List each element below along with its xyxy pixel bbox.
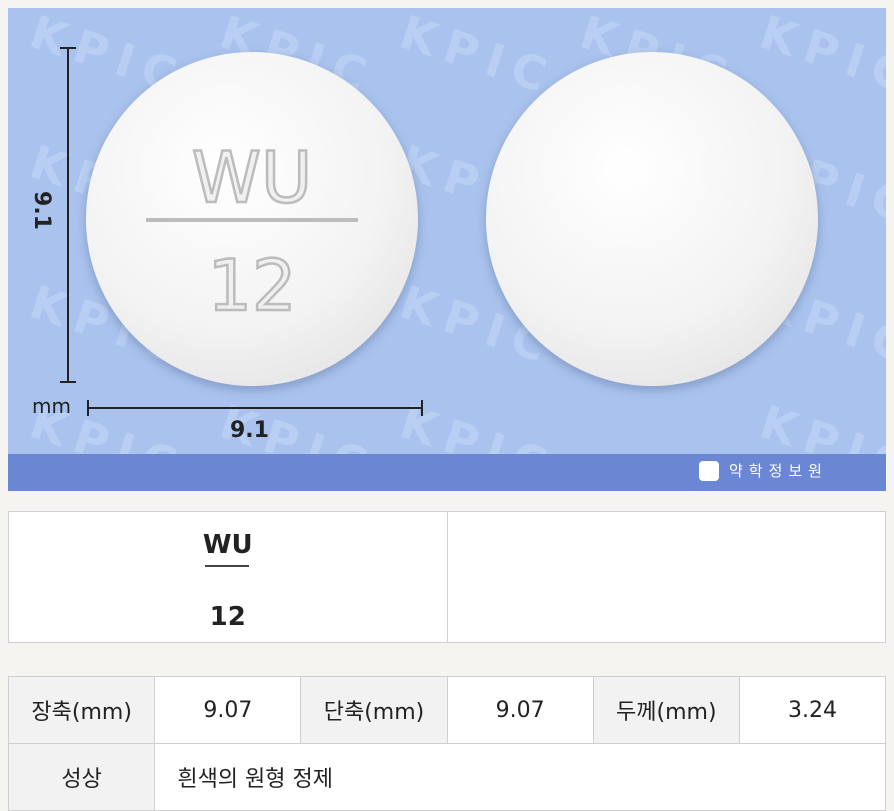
size-vertical-label: 9.1 <box>28 191 54 230</box>
unit-label: mm <box>32 394 71 418</box>
marking-front-bottom: 12 <box>209 602 246 632</box>
marking-back <box>446 512 886 642</box>
split-line <box>205 565 249 567</box>
marking-front-top: WU <box>202 530 253 560</box>
imprint-bottom: 12 <box>207 245 296 327</box>
appearance-value: 흰색의 원형 정제 <box>154 743 886 811</box>
short-axis-label: 단축(mm) <box>300 676 448 744</box>
thickness-label: 두께(mm) <box>592 676 740 744</box>
marking-table: WU 12 <box>8 511 886 643</box>
long-axis-label: 장축(mm) <box>7 676 156 744</box>
pill-imprint: WU 12 <box>146 136 358 328</box>
pill-photo: KPIC KPIC KPIC KPIC KPIC KPIC KPIC KPIC … <box>8 8 886 491</box>
table-row: 장축(mm) 9.07 단축(mm) 9.07 두께(mm) 3.24 <box>7 676 887 744</box>
long-axis-value: 9.07 <box>154 676 302 744</box>
appearance-label: 성상 <box>7 743 156 811</box>
table-row: 성상 흰색의 원형 정제 <box>7 743 886 811</box>
imprint-top: WU <box>192 137 312 219</box>
short-axis-value: 9.07 <box>446 676 594 744</box>
spec-table: 장축(mm) 9.07 단축(mm) 9.07 두께(mm) 3.24 성상 흰… <box>7 676 887 811</box>
size-horizontal-label: 9.1 <box>230 418 269 443</box>
thickness-value: 3.24 <box>738 676 887 744</box>
marking-front: WU 12 <box>9 512 447 642</box>
pill-back <box>486 52 818 386</box>
pill-front: WU 12 <box>86 52 418 386</box>
